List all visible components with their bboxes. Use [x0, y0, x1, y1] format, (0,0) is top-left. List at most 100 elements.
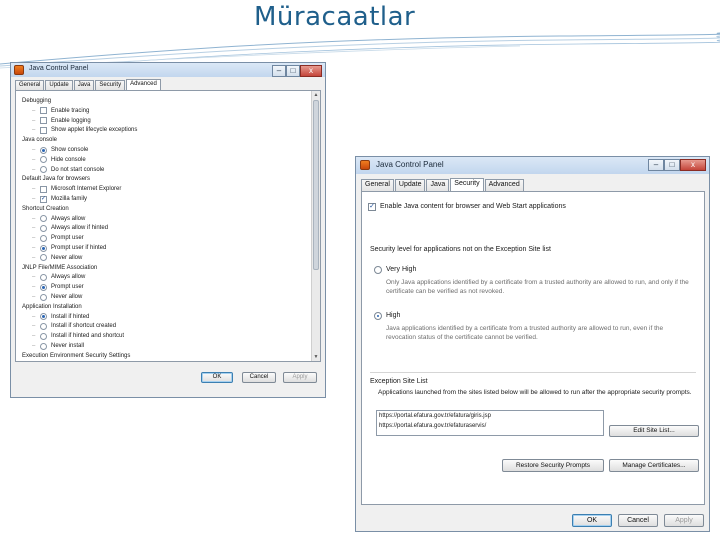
tree-category: Java console [22, 135, 57, 145]
cancel-button[interactable]: Cancel [618, 514, 658, 527]
tree-option[interactable]: – Install if shortcut created [24, 321, 116, 331]
tab-update[interactable]: Update [45, 80, 73, 90]
site-list-item[interactable]: https://portal.efatura.gov.tr/efaturaser… [379, 423, 486, 429]
radio-button[interactable] [40, 146, 47, 154]
checkbox[interactable] [40, 126, 47, 134]
tree-label: Prompt user [51, 235, 84, 242]
very-high-radio[interactable] [374, 266, 382, 274]
java-icon [360, 160, 370, 170]
tree-option[interactable]: – Hide console [24, 155, 86, 165]
window-title: Java Control Panel [376, 160, 444, 169]
tree-option[interactable]: – Install if hinted [24, 312, 89, 322]
tab-security[interactable]: Security [95, 80, 126, 90]
checkbox[interactable] [40, 195, 47, 203]
tree-option[interactable]: – Enable tracing [24, 106, 89, 116]
tree-option[interactable]: – Show console [24, 145, 88, 155]
radio-button[interactable] [40, 332, 47, 340]
tree-label: Never install [51, 343, 85, 349]
tab-general[interactable]: General [361, 179, 394, 191]
tree-option[interactable]: – Install if hinted and shortcut [24, 331, 124, 341]
tab-java[interactable]: Java [73, 80, 95, 90]
scroll-up-icon[interactable]: ▲ [313, 92, 319, 98]
tree-option[interactable]: – Always allow [24, 214, 85, 224]
radio-button[interactable] [40, 254, 47, 262]
exception-site-listbox[interactable]: https://portal.efatura.gov.tr/efatura/gi… [376, 410, 604, 436]
tree-connector-icon: – [32, 107, 36, 114]
tree-option[interactable]: – Do not start console [24, 165, 104, 175]
ok-button[interactable]: OK [201, 372, 233, 383]
radio-button[interactable] [40, 156, 47, 164]
scroll-thumb[interactable] [313, 100, 319, 270]
tree-connector-icon: – [32, 323, 36, 330]
tree-option[interactable]: – Never install [24, 341, 84, 351]
tab-update[interactable]: Update [394, 179, 426, 191]
tree-category: Default Java for browsers [22, 174, 90, 184]
tree-label: Application Installation [22, 303, 82, 310]
radio-button[interactable] [40, 293, 47, 301]
advanced-settings-tree[interactable]: Debugging – Enable tracing – Enable logging –… [15, 90, 321, 362]
radio-button[interactable] [40, 283, 47, 291]
close-button[interactable]: x [680, 159, 706, 171]
tree-option[interactable]: – Enable logging [24, 116, 91, 126]
tab-security[interactable]: Security [450, 178, 484, 191]
tree-option[interactable]: – Mozilla family [24, 194, 87, 204]
radio-button[interactable] [40, 313, 47, 321]
restore-security-prompts-button[interactable]: Restore Security Prompts [502, 459, 604, 472]
tree-category: Execution Environment Security Settings [22, 351, 130, 361]
tree-option[interactable]: – Never allow [24, 292, 82, 302]
tree-option[interactable]: – Show applet lifecycle exceptions [24, 125, 137, 135]
ok-button[interactable]: OK [572, 514, 612, 527]
checkbox[interactable] [40, 107, 47, 115]
tree-option[interactable]: – Prompt user if hinted [24, 243, 106, 253]
tab-advanced[interactable]: Advanced [484, 179, 524, 191]
divider [370, 372, 696, 373]
tab-general[interactable]: General [15, 80, 45, 90]
exception-site-list-heading: Exception Site List [370, 378, 428, 385]
tree-option[interactable]: – Always allow if hinted [24, 223, 108, 233]
tree-option[interactable]: – Prompt user [24, 233, 84, 243]
java-icon [14, 65, 24, 75]
checkbox[interactable] [40, 117, 47, 125]
radio-button[interactable] [40, 234, 47, 242]
cancel-button[interactable]: Cancel [242, 372, 276, 383]
apply-button[interactable]: Apply [664, 514, 704, 527]
tab-java[interactable]: Java [426, 179, 450, 191]
high-radio[interactable] [374, 312, 382, 320]
site-list-item[interactable]: https://portal.efatura.gov.tr/efatura/gi… [379, 413, 491, 419]
radio-button[interactable] [40, 342, 47, 350]
tree-label: Default Java for browsers [22, 176, 91, 183]
tree-option[interactable]: – Prompt user [24, 282, 84, 292]
manage-certificates-button[interactable]: Manage Certificates... [609, 459, 699, 472]
maximize-button[interactable]: □ [286, 65, 300, 77]
tree-label: Always allow [51, 274, 86, 281]
minimize-button[interactable]: – [272, 65, 286, 77]
minimize-button[interactable]: – [648, 159, 664, 171]
checkbox[interactable] [40, 185, 47, 193]
radio-button[interactable] [40, 273, 47, 281]
tree-label: Shortcut Creation [22, 205, 69, 212]
tree-label: Do not start console [51, 166, 105, 173]
vertical-scrollbar[interactable]: ▲ ▼ [311, 91, 320, 361]
scroll-down-icon[interactable]: ▼ [313, 354, 319, 360]
tree-connector-icon: – [32, 166, 36, 173]
tree-option[interactable]: – Microsoft Internet Explorer [24, 184, 121, 194]
close-button[interactable]: x [300, 65, 322, 77]
title-bar: Java Control Panel – □ x [11, 63, 325, 77]
radio-button[interactable] [40, 322, 47, 330]
apply-button[interactable]: Apply [283, 372, 317, 383]
radio-button[interactable] [40, 224, 47, 232]
radio-button[interactable] [40, 215, 47, 223]
radio-button[interactable] [40, 166, 47, 174]
edit-site-list-button[interactable]: Edit Site List... [609, 425, 699, 437]
radio-button[interactable] [40, 244, 47, 252]
window-title: Java Control Panel [29, 65, 89, 72]
tree-option[interactable]: – Always allow [24, 272, 85, 282]
enable-java-checkbox[interactable]: ✓ [368, 203, 376, 211]
tab-advanced[interactable]: Advanced [126, 79, 161, 90]
tree-label: Prompt user if hinted [51, 245, 107, 251]
maximize-button[interactable]: □ [664, 159, 680, 171]
tree-connector-icon: – [32, 235, 36, 242]
tree-connector-icon: – [32, 333, 36, 340]
tree-category: JNLP File/MIME Association [22, 263, 97, 273]
tree-option[interactable]: – Never allow [24, 253, 82, 263]
